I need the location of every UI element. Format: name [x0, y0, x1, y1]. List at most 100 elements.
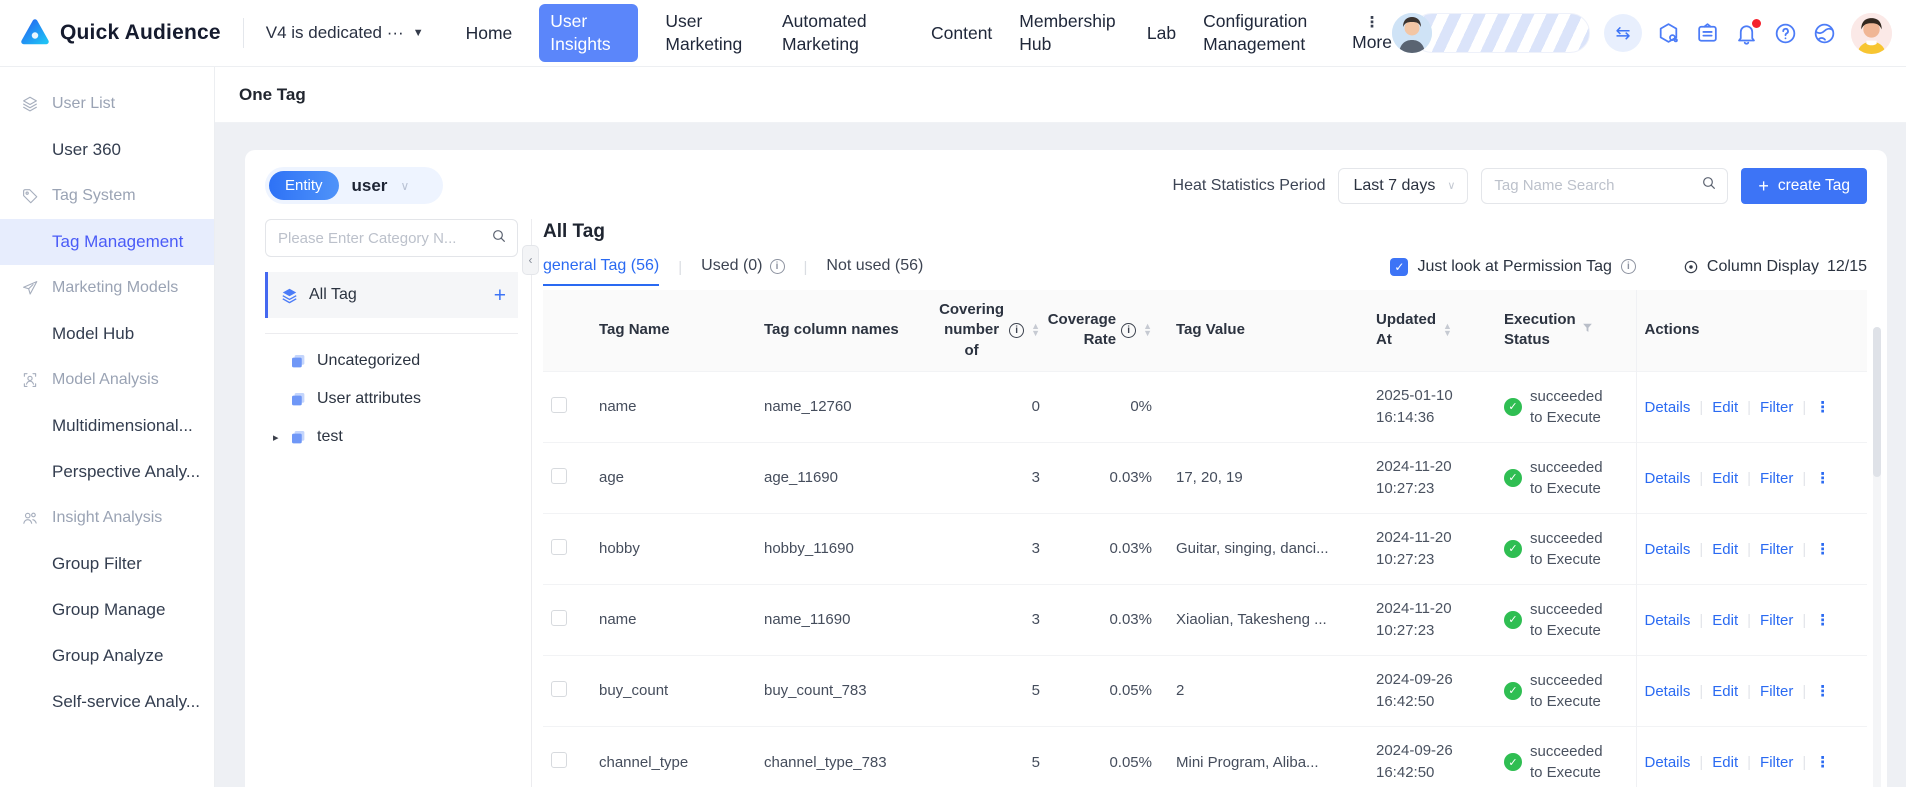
action-edit[interactable]: Edit [1712, 754, 1738, 771]
sidebar-item-user-360[interactable]: User 360 [0, 127, 214, 173]
globe-icon[interactable] [1812, 21, 1837, 46]
info-icon[interactable]: i [1621, 259, 1636, 274]
tab-used-0[interactable]: Used (0)i [701, 253, 784, 286]
info-icon[interactable]: i [1121, 323, 1136, 338]
action-details[interactable]: Details [1645, 754, 1691, 771]
sidebar-item-perspective-analy[interactable]: Perspective Analy... [0, 449, 214, 495]
row-checkbox[interactable] [551, 610, 567, 626]
scrollbar-thumb[interactable] [1873, 327, 1881, 477]
action-edit[interactable]: Edit [1712, 399, 1738, 416]
sort-icon[interactable]: ▲▼ [1143, 323, 1152, 337]
action-details[interactable]: Details [1645, 399, 1691, 416]
sidebar-item-self-service-analy[interactable]: Self-service Analy... [0, 679, 214, 725]
category-all-tag[interactable]: All Tag + [265, 272, 518, 318]
action-details[interactable]: Details [1645, 470, 1691, 487]
search-icon[interactable] [491, 228, 507, 249]
action-filter[interactable]: Filter [1760, 612, 1793, 629]
nav-item-more[interactable]: ⋮More [1352, 14, 1392, 53]
sort-icon[interactable]: ▲▼ [1031, 323, 1040, 337]
sidebar-section-tag-system[interactable]: Tag System [0, 173, 214, 219]
cell-coverage-rate: 0.03% [1056, 442, 1168, 513]
expand-caret-icon[interactable]: ▸ [273, 431, 289, 444]
category-search-input[interactable] [278, 230, 491, 247]
action-filter[interactable]: Filter [1760, 754, 1793, 771]
row-checkbox[interactable] [551, 468, 567, 484]
col-tag-name: Tag Name [591, 290, 756, 371]
sidebar-section-insight-analysis[interactable]: Insight Analysis [0, 495, 214, 541]
cell-tag-column-name: name_12760 [756, 371, 934, 442]
more-actions-icon[interactable]: ⋮ [1815, 399, 1831, 416]
help-icon[interactable] [1773, 21, 1798, 46]
action-details[interactable]: Details [1645, 541, 1691, 558]
nav-item-home[interactable]: Home [466, 22, 513, 45]
settings-hex-icon[interactable] [1656, 21, 1681, 46]
sidebar-section-model-analysis[interactable]: Model Analysis [0, 357, 214, 403]
tab-not-used-56[interactable]: Not used (56) [826, 253, 923, 286]
vertical-scrollbar[interactable] [1873, 327, 1881, 787]
bell-icon[interactable] [1734, 21, 1759, 46]
category-item-test[interactable]: ▸test [265, 418, 518, 456]
sidebar-section-marketing-models[interactable]: Marketing Models [0, 265, 214, 311]
action-details[interactable]: Details [1645, 683, 1691, 700]
category-item-uncategorized[interactable]: Uncategorized [265, 342, 518, 380]
column-display-control[interactable]: Column Display 12/15 [1683, 258, 1867, 276]
profile-avatar[interactable] [1851, 13, 1892, 54]
action-edit[interactable]: Edit [1712, 683, 1738, 700]
nav-item-automated-marketing[interactable]: Automated Marketing [782, 10, 904, 56]
row-checkbox[interactable] [551, 397, 567, 413]
action-filter[interactable]: Filter [1760, 399, 1793, 416]
action-edit[interactable]: Edit [1712, 470, 1738, 487]
row-checkbox[interactable] [551, 539, 567, 555]
more-actions-icon[interactable]: ⋮ [1815, 754, 1831, 771]
cell-coverage-rate: 0.03% [1056, 584, 1168, 655]
more-actions-icon[interactable]: ⋮ [1815, 470, 1831, 487]
sidebar-item-group-manage[interactable]: Group Manage [0, 587, 214, 633]
sidebar-item-multidimensional[interactable]: Multidimensional... [0, 403, 214, 449]
workspace-selector[interactable]: V4 is dedicated ··· ▼ [243, 18, 424, 48]
info-icon[interactable]: i [1009, 323, 1024, 338]
action-filter[interactable]: Filter [1760, 470, 1793, 487]
cell-tag-value: Mini Program, Aliba... [1168, 726, 1368, 787]
swap-icon[interactable]: ⇆ [1604, 14, 1642, 52]
row-checkbox[interactable] [551, 681, 567, 697]
nav-item-user-insights[interactable]: User Insights [539, 4, 638, 62]
action-details[interactable]: Details [1645, 612, 1691, 629]
more-actions-icon[interactable]: ⋮ [1815, 683, 1831, 700]
redacted-username [1412, 13, 1590, 53]
nav-item-membership-hub[interactable]: Membership Hub [1019, 10, 1120, 56]
sidebar-item-group-filter[interactable]: Group Filter [0, 541, 214, 587]
nav-item-content[interactable]: Content [931, 22, 992, 45]
page-header: One Tag [215, 67, 1906, 123]
notification-dot [1752, 19, 1761, 28]
filter-funnel-icon[interactable] [1581, 320, 1594, 340]
row-checkbox[interactable] [551, 752, 567, 768]
nav-item-configuration-management[interactable]: Configuration Management [1203, 10, 1325, 56]
cell-covering-number: 0 [934, 371, 1056, 442]
sort-icon[interactable]: ▲▼ [1443, 323, 1452, 337]
nav-item-user-marketing[interactable]: User Marketing [665, 10, 755, 56]
action-filter[interactable]: Filter [1760, 683, 1793, 700]
search-icon[interactable] [1701, 175, 1717, 196]
sidebar-item-group-analyze[interactable]: Group Analyze [0, 633, 214, 679]
sidebar-section-user-list[interactable]: User List [0, 81, 214, 127]
create-tag-button[interactable]: + create Tag [1741, 168, 1867, 204]
sidebar-item-tag-management[interactable]: Tag Management [0, 219, 214, 265]
user-chip[interactable] [1392, 13, 1590, 53]
clipboard-icon[interactable] [1695, 21, 1720, 46]
more-actions-icon[interactable]: ⋮ [1815, 541, 1831, 558]
tag-search-input[interactable] [1494, 177, 1701, 194]
tab-general-tag-56[interactable]: general Tag (56) [543, 253, 659, 286]
more-actions-icon[interactable]: ⋮ [1815, 612, 1831, 629]
action-filter[interactable]: Filter [1760, 541, 1793, 558]
permission-checkbox[interactable]: ✓ [1390, 258, 1408, 276]
info-icon[interactable]: i [770, 259, 785, 274]
collapse-panel-handle[interactable]: ‹ [522, 245, 539, 275]
category-item-user-attributes[interactable]: User attributes [265, 380, 518, 418]
add-category-icon[interactable]: + [494, 285, 506, 306]
heat-period-select[interactable]: Last 7 days ∨ [1338, 168, 1468, 204]
sidebar-item-model-hub[interactable]: Model Hub [0, 311, 214, 357]
action-edit[interactable]: Edit [1712, 541, 1738, 558]
nav-item-lab[interactable]: Lab [1147, 22, 1176, 45]
action-edit[interactable]: Edit [1712, 612, 1738, 629]
entity-selector[interactable]: Entity user ∨ [265, 167, 443, 204]
